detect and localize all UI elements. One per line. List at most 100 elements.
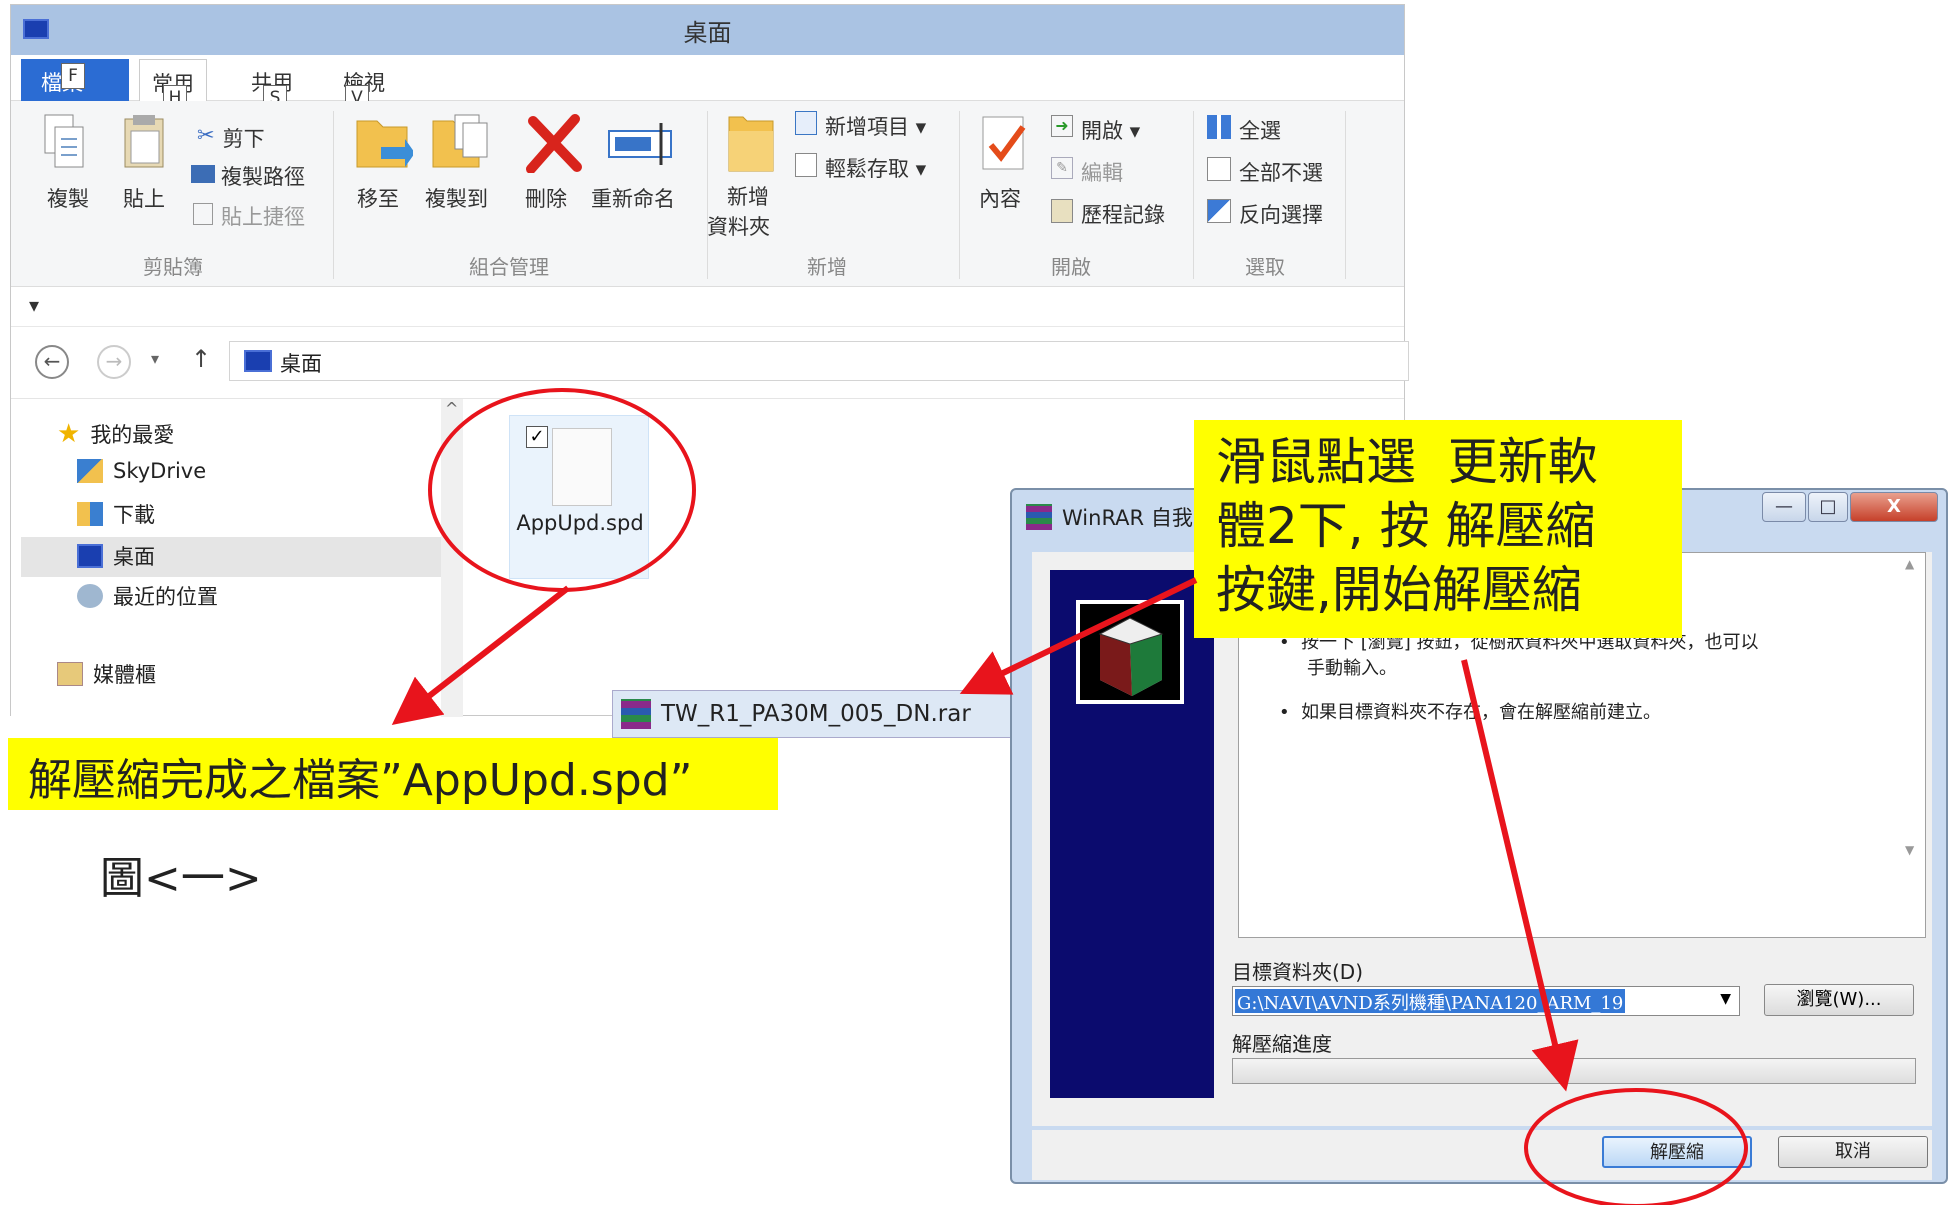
select-none-button[interactable]: 全部不選 [1207, 157, 1323, 187]
dropdown-arrow-icon[interactable]: ▼ [1720, 991, 1731, 1007]
select-none-icon [1207, 157, 1231, 181]
scroll-up-icon[interactable]: ^ [445, 399, 458, 418]
qat-dropdown-icon[interactable]: ▾ [29, 293, 39, 317]
nav-item-downloads[interactable]: 下載 [77, 499, 155, 529]
scissors-icon: ✂ [197, 123, 215, 147]
navigation-pane: ★ 我的最愛 SkyDrive 下載 桌面 最近的位置 媒體櫃 [11, 399, 441, 717]
caption-line-2: 體2下, 按 解壓縮 [1216, 497, 1596, 555]
back-button[interactable]: ← [35, 345, 69, 379]
paste-icon [124, 115, 164, 168]
bullet-1-cont: 手動輸入。 [1307, 658, 1397, 679]
winrar-archive-icon [621, 699, 651, 729]
libraries-icon [57, 662, 83, 686]
extraction-progress-bar [1232, 1058, 1916, 1084]
copy-icon [44, 114, 84, 168]
select-all-icon [1207, 115, 1231, 139]
edit-label: 編輯 [1081, 161, 1123, 185]
address-text: 桌面 [280, 352, 322, 376]
winrar-titlebar: WinRAR 自我 [1026, 502, 1193, 532]
group-clipboard: 剪貼簿 [143, 255, 203, 279]
caption-line-1: 滑鼠點選 更新軟 [1216, 433, 1598, 491]
nav-item-recent[interactable]: 最近的位置 [77, 581, 218, 611]
winrar-book-logo [1076, 600, 1184, 704]
edit-button[interactable]: ✎ 編輯 [1051, 157, 1123, 187]
desktop-icon [244, 350, 272, 372]
winrar-app-icon [1026, 504, 1052, 530]
nav-item-desktop[interactable]: 桌面 [77, 541, 155, 571]
rar-file-drag-tooltip: TW_R1_PA30M_005_DN.rar [612, 690, 1020, 738]
caption-instructions: 滑鼠點選 更新軟 體2下, 按 解壓縮 按鍵,開始解壓縮 [1194, 420, 1682, 638]
paste-shortcut-button[interactable]: 貼上捷徑 [193, 201, 305, 231]
winrar-footer: 解壓縮 取消 [1032, 1130, 1932, 1180]
scroll-up-icon[interactable]: ▲ [1905, 557, 1914, 571]
file-item[interactable]: ✓ AppUpd.spd [509, 415, 649, 579]
separator [1193, 111, 1194, 279]
new-item-button[interactable]: 新增項目 ▾ [795, 111, 926, 141]
separator [333, 111, 334, 279]
open-button[interactable]: ➜ 開啟 ▾ [1051, 115, 1140, 145]
recent-locations-dropdown-icon[interactable]: ▾ [151, 349, 159, 368]
nav-item-skydrive[interactable]: SkyDrive [77, 459, 206, 483]
delete-label: 刪除 [525, 187, 567, 211]
copy-label: 複製 [47, 187, 89, 211]
downloads-icon [77, 502, 103, 526]
winrar-side-banner [1050, 570, 1214, 1098]
close-button[interactable]: X [1850, 492, 1938, 522]
easy-access-button[interactable]: 輕鬆存取 ▾ [795, 153, 926, 183]
nav-scrollbar[interactable]: ^ [441, 399, 463, 717]
quick-access-toolbar: ▾ [11, 287, 1404, 327]
scroll-down-icon[interactable]: ▼ [1905, 843, 1914, 857]
cancel-button[interactable]: 取消 [1778, 1136, 1928, 1168]
caption-extracted-file: 解壓縮完成之檔案”AppUpd.spd” [8, 738, 778, 810]
cut-button[interactable]: ✂ 剪下 [197, 123, 265, 153]
ribbon: 複製 貼上 ✂ 剪下 複製路徑 貼上捷徑 剪貼簿 移至 複製到 刪除 重新命名 組… [11, 101, 1404, 287]
rename-label: 重新命名 [591, 187, 675, 211]
separator [959, 111, 960, 279]
group-organize: 組合管理 [469, 255, 549, 279]
bullet-2: • 如果目標資料夾不存在，會在解壓縮前建立。 [1279, 702, 1662, 723]
separator [707, 111, 708, 279]
properties-check-icon [982, 116, 1026, 170]
copy-path-label: 複製路徑 [221, 165, 305, 189]
extract-button[interactable]: 解壓縮 [1602, 1136, 1752, 1168]
destination-folder-input[interactable]: G:\NAVI\AVND系列機種\PANA120_ARM_19 ▼ [1232, 986, 1740, 1016]
maximize-button[interactable]: □ [1808, 492, 1848, 522]
nav-item-favorites[interactable]: ★ 我的最愛 [57, 419, 174, 449]
forward-button[interactable]: → [97, 345, 131, 379]
window-icon[interactable] [23, 19, 49, 39]
progress-label: 解壓縮進度 [1232, 1032, 1332, 1056]
file-name: AppUpd.spd [516, 511, 644, 535]
history-icon [1051, 199, 1073, 223]
copy-to-label: 複製到 [425, 187, 488, 211]
nav-item-libraries[interactable]: 媒體櫃 [57, 659, 156, 689]
window-title: 桌面 [683, 18, 732, 47]
explorer-titlebar: 桌面 [11, 5, 1404, 55]
copy-path-button[interactable]: 複製路徑 [191, 161, 305, 191]
star-icon: ★ [57, 419, 81, 449]
address-bar[interactable]: 桌面 [229, 341, 1409, 381]
file-checkbox[interactable]: ✓ [526, 426, 548, 448]
invert-selection-button[interactable]: 反向選擇 [1207, 199, 1323, 229]
move-folder-icon [356, 120, 413, 168]
rar-file-name: TW_R1_PA30M_005_DN.rar [661, 701, 971, 727]
easy-access-icon [795, 153, 817, 177]
group-select: 選取 [1245, 255, 1285, 279]
cut-label: 剪下 [222, 127, 265, 151]
copy-folder-icon [432, 114, 488, 168]
invert-selection-icon [1207, 199, 1231, 223]
delete-x-icon [526, 114, 582, 173]
rename-icon [608, 123, 672, 165]
history-button[interactable]: 歷程記錄 [1051, 199, 1165, 229]
copy-path-icon [191, 165, 215, 183]
address-row: ← → ▾ ↑ 桌面 [11, 327, 1409, 399]
up-arrow-icon[interactable]: ↑ [191, 345, 211, 373]
new-folder-label-2: 資料夾 [707, 215, 770, 239]
minimize-button[interactable]: — [1762, 492, 1806, 522]
ribbon-tabs: 檔案 F 常用 H 共用 S 檢視 V [11, 55, 1404, 111]
window-controls: — □ X [1762, 492, 1942, 526]
select-all-button[interactable]: 全選 [1207, 115, 1281, 145]
keytip-file: F [61, 63, 85, 89]
generic-file-icon [552, 428, 612, 506]
group-new: 新增 [807, 255, 847, 279]
browse-button[interactable]: 瀏覽(W)... [1764, 984, 1914, 1016]
